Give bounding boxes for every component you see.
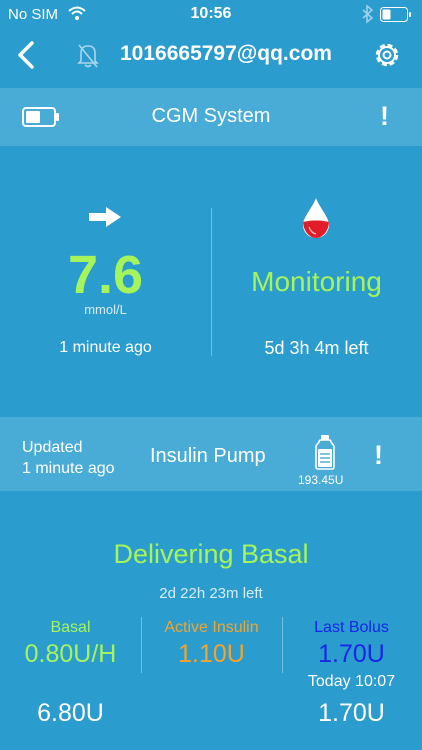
total-basal-value: 6.80U: [37, 699, 104, 727]
bluetooth-icon: [362, 4, 374, 24]
chevron-left-icon: [18, 41, 34, 69]
pump-title: Insulin Pump: [150, 445, 266, 467]
status-time: 10:56: [190, 5, 232, 22]
insulin-bottle-icon: [314, 434, 336, 475]
last-bolus-value: 1.70U: [318, 640, 385, 668]
glucose-updated: 1 minute ago: [59, 339, 152, 356]
glucose-value: 7.6: [67, 245, 144, 305]
glucose-unit: mmol/L: [84, 302, 127, 317]
pump-updated: Updated 1 minute ago: [22, 437, 115, 479]
pump-alert-icon[interactable]: !: [374, 440, 383, 471]
last-bolus-time: Today 10:07: [307, 673, 396, 690]
active-insulin-value: 1.10U: [178, 640, 245, 668]
basal-label: Basal: [50, 619, 91, 636]
account-title: 1016665797@qq.com: [120, 42, 332, 65]
back-button[interactable]: [16, 40, 36, 75]
active-insulin-label: Active Insulin: [164, 619, 259, 636]
pump-updated-label: Updated: [22, 439, 83, 456]
status-bar: No SIM 10:56: [0, 0, 422, 30]
phone-battery-icon: [380, 7, 412, 22]
blood-drop-icon: [300, 197, 332, 244]
pump-updated-time: 1 minute ago: [22, 460, 115, 477]
gear-icon: [375, 43, 399, 67]
bell-off-icon: [77, 44, 99, 68]
arrow-right-icon: [88, 206, 122, 233]
mute-alarm-button[interactable]: [76, 42, 100, 73]
basal-time-left: 2d 22h 23m left: [159, 585, 263, 602]
cgm-header[interactable]: CGM System !: [0, 88, 422, 146]
cgm-title: CGM System: [151, 105, 271, 127]
basal-value: 0.80U/H: [24, 640, 117, 668]
sensor-time-left: 5d 3h 4m left: [264, 338, 369, 358]
reservoir-volume: 193.45U: [298, 473, 344, 487]
last-bolus-label: Last Bolus: [314, 619, 389, 636]
pump-header[interactable]: Updated 1 minute ago Insulin Pump 193.45…: [0, 417, 422, 491]
delivery-status: Delivering Basal: [113, 539, 309, 569]
cgm-status: Monitoring: [251, 266, 382, 297]
settings-button[interactable]: [372, 40, 402, 75]
total-bolus-value: 1.70U: [318, 699, 385, 727]
cgm-alert-icon[interactable]: !: [380, 101, 389, 132]
nav-bar: 1016665797@qq.com: [0, 30, 422, 82]
